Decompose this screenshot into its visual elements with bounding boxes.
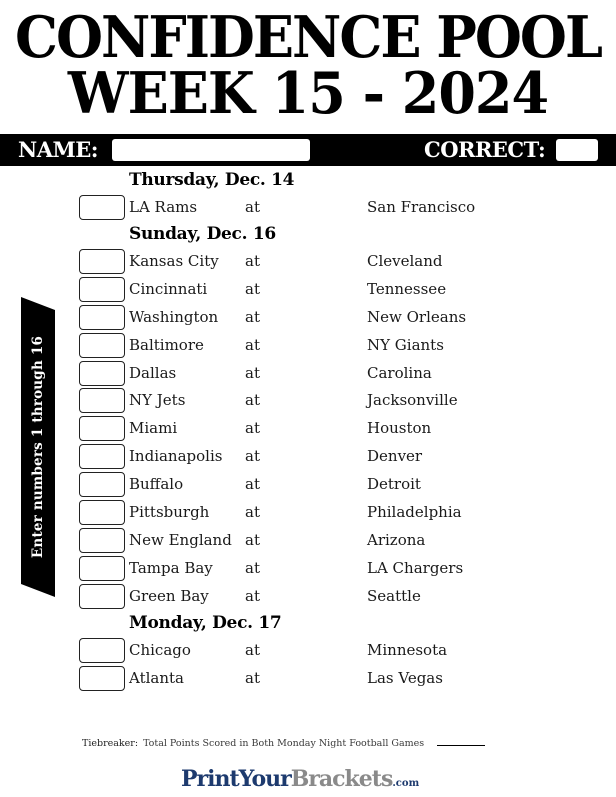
game-row: LA Rams at San Francisco [0, 195, 616, 221]
confidence-points-box[interactable] [79, 444, 125, 470]
tiebreaker-description: Total Points Scored in Both Monday Night… [143, 738, 425, 749]
confidence-points-box[interactable] [79, 195, 125, 220]
at-label: at [245, 198, 260, 216]
game-row: Green Bay at Seattle [0, 583, 616, 610]
day-heading: Sunday, Dec. 16 [129, 223, 276, 244]
at-label: at [245, 307, 260, 326]
home-team: Denver [367, 447, 423, 466]
game-row: Dallas at Carolina [0, 360, 616, 387]
away-team: New England [129, 530, 232, 549]
at-label: at [245, 251, 260, 270]
day-heading: Thursday, Dec. 14 [129, 170, 295, 190]
at-label: at [245, 530, 260, 549]
confidence-points-box[interactable] [79, 637, 125, 663]
confidence-points-box[interactable] [79, 527, 125, 553]
at-label: at [245, 279, 260, 298]
game-row: Miami at Houston [0, 416, 616, 442]
away-team: Pittsburgh [129, 503, 210, 521]
game-row: NY Jets at Jacksonville [0, 388, 616, 414]
confidence-points-box[interactable] [79, 665, 125, 691]
away-team: Tampa Bay [129, 558, 213, 577]
away-team: Miami [129, 419, 178, 438]
away-team: Chicago [129, 640, 191, 659]
confidence-points-box[interactable] [79, 416, 125, 442]
logo-part-1: PrintYour [181, 766, 292, 792]
tiebreaker-label: Tiebreaker: [82, 738, 139, 749]
game-row: Indianapolis at Denver [0, 444, 616, 470]
game-row: Kansas City at Cleveland [0, 248, 616, 275]
away-team: Kansas City [129, 251, 219, 270]
home-team: Tennessee [367, 279, 447, 298]
away-team: Atlanta [129, 668, 184, 687]
logo-part-2: Brackets [290, 766, 394, 792]
confidence-points-box[interactable] [79, 388, 125, 414]
game-row: Chicago at Minnesota [0, 637, 616, 664]
home-team: NY Giants [367, 335, 444, 354]
game-row: Cincinnati at Tennessee [0, 276, 616, 303]
name-field[interactable] [112, 139, 310, 161]
title-line-2: WEEK 15 - 2024 [67, 59, 549, 127]
correct-field[interactable] [556, 139, 598, 161]
home-team: New Orleans [367, 307, 467, 326]
game-row: Buffalo at Detroit [0, 472, 616, 498]
home-team: Jacksonville [367, 391, 458, 410]
game-row: Tampa Bay at LA Chargers [0, 555, 616, 582]
game-row: Baltimore at NY Giants [0, 332, 616, 359]
at-label: at [245, 668, 260, 687]
confidence-points-box[interactable] [79, 583, 125, 609]
tiebreaker-input-line[interactable] [437, 745, 486, 746]
game-row: Atlanta at Las Vegas [0, 665, 616, 692]
at-label: at [245, 558, 260, 577]
logo-part-3: .com [392, 778, 420, 789]
confidence-points-box[interactable] [79, 555, 125, 581]
name-label: NAME: [18, 137, 99, 162]
away-team: Green Bay [129, 586, 209, 605]
at-label: at [245, 391, 260, 410]
home-team: Las Vegas [367, 668, 443, 687]
away-team: NY Jets [129, 391, 186, 410]
home-team: San Francisco [367, 198, 476, 216]
home-team: Minnesota [367, 640, 448, 659]
home-team: Cleveland [367, 251, 443, 270]
confidence-points-box[interactable] [79, 500, 125, 525]
at-label: at [245, 586, 260, 605]
confidence-points-box[interactable] [79, 332, 125, 358]
day-heading: Monday, Dec. 17 [129, 612, 282, 633]
at-label: at [245, 419, 260, 438]
correct-label: CORRECT: [424, 137, 546, 162]
away-team: LA Rams [129, 198, 198, 216]
away-team: Buffalo [129, 475, 184, 494]
confidence-points-box[interactable] [79, 360, 125, 386]
home-team: Seattle [367, 586, 421, 605]
home-team: Philadelphia [367, 503, 462, 521]
at-label: at [245, 640, 260, 659]
away-team: Cincinnati [129, 279, 208, 298]
game-row: New England at Arizona [0, 527, 616, 554]
home-team: Houston [367, 419, 432, 438]
at-label: at [245, 475, 260, 494]
away-team: Dallas [129, 363, 177, 382]
game-row: Pittsburgh at Philadelphia [0, 500, 616, 526]
confidence-points-box[interactable] [79, 248, 125, 274]
away-team: Washington [129, 307, 219, 326]
away-team: Indianapolis [129, 447, 223, 466]
away-team: Baltimore [129, 335, 204, 354]
at-label: at [245, 447, 260, 466]
logo: PrintYourBrackets.com [181, 766, 419, 792]
at-label: at [245, 503, 260, 521]
game-row: Washington at New Orleans [0, 304, 616, 331]
home-team: Detroit [367, 475, 421, 494]
at-label: at [245, 335, 260, 354]
home-team: LA Chargers [367, 558, 464, 577]
name-bar: NAME: CORRECT: [0, 134, 616, 166]
home-team: Arizona [367, 530, 426, 549]
confidence-points-box[interactable] [79, 472, 125, 498]
confidence-points-box[interactable] [79, 304, 125, 330]
confidence-points-box[interactable] [79, 276, 125, 302]
at-label: at [245, 363, 260, 382]
home-team: Carolina [367, 363, 432, 382]
tiebreaker: Tiebreaker: Total Points Scored in Both … [82, 738, 486, 749]
